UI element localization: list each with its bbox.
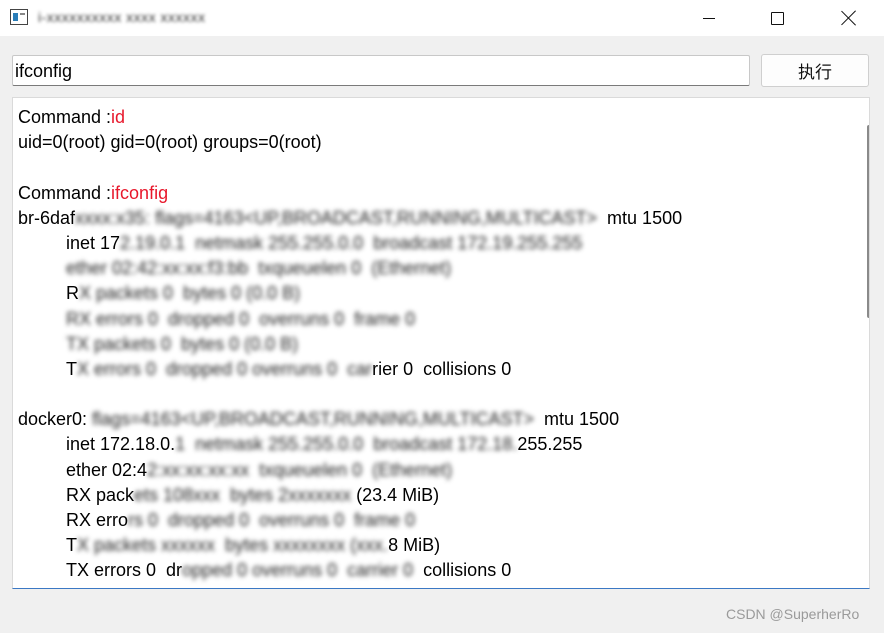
app-window: i-xxxxxxxxxx xxxx xxxxxx 执行 Command :idu… (0, 0, 884, 633)
output-line: docker0: flags=4163<UP,BROADCAST,RUNNING… (18, 407, 844, 432)
output-line-text: rier 0 collisions 0 (372, 358, 512, 379)
command-input[interactable] (12, 55, 750, 86)
output-line-text: inet 17 (66, 232, 121, 253)
output-line: RX errors 0 dropped 0 overruns 0 frame 0 (18, 508, 844, 533)
close-icon (841, 10, 857, 26)
output-line-text: T (66, 535, 77, 556)
output-line: TX packets xxxxxx bytes xxxxxxxx (xxx.8 … (18, 533, 844, 558)
command-header: Command :id (18, 105, 844, 130)
command-header: Command :ifconfig (18, 181, 844, 206)
output-line-text: 8 MiB) (388, 535, 441, 556)
output-line: RX packets 0 bytes 0 (0.0 B) (18, 281, 844, 306)
redacted-text: RX errors 0 dropped 0 overruns 0 frame 0 (66, 308, 416, 329)
redacted-text: ets 108xxx bytes 2xxxxxxx (134, 484, 352, 505)
output-line-text: br-6daf (18, 207, 76, 228)
output-line-text: R (66, 283, 79, 304)
output-line: TX packets 0 bytes 0 (0.0 B) (18, 332, 844, 357)
output-line: inet 172.19.0.1 netmask 255.255.0.0 broa… (18, 231, 844, 256)
output-line-text: uid=0(root) gid=0(root) groups=0(root) (18, 132, 322, 153)
command-name: id (111, 107, 126, 127)
command-prefix: Command : (18, 182, 112, 203)
redacted-text: TX packets 0 bytes 0 (0.0 B) (66, 333, 299, 354)
execute-button[interactable]: 执行 (761, 54, 869, 87)
output-line: ether 02:42:xx:xx:f3:bb txqueuelen 0 (Et… (18, 256, 844, 281)
maximize-button[interactable] (754, 0, 800, 36)
close-button[interactable] (826, 0, 872, 36)
minimize-button[interactable] (686, 0, 732, 36)
command-prefix: Command : (18, 107, 112, 127)
title-bar[interactable]: i-xxxxxxxxxx xxxx xxxxxx (0, 0, 884, 36)
output-line-text: mtu 1500 (534, 409, 620, 430)
output-line: RX packets 108xxx bytes 2xxxxxxx (23.4 M… (18, 483, 844, 508)
output-line: RX errors 0 dropped 0 overruns 0 frame 0 (18, 307, 844, 332)
redacted-text: opped 0 overruns 0 carrier 0 (182, 560, 414, 581)
output-text: Command :id uid=0(root) gid=0(root) group… (18, 105, 844, 584)
output-line-text: RX erro (66, 510, 129, 530)
output-line: uid=0(root) gid=0(root) groups=0(root) (18, 130, 844, 155)
output-line-text: mtu 1500 (597, 207, 683, 228)
redacted-text: flags=4163<UP,BROADCAST,RUNNING,MULTICAS… (92, 409, 535, 430)
redacted-text: xxxx:x35: flags=4163<UP,BROADCAST,RUNNIN… (75, 207, 598, 228)
output-line: TX errors 0 dropped 0 overruns 0 carrier… (18, 357, 844, 382)
output-line-text: ether 02:4 (66, 459, 148, 480)
redacted-text: X errors 0 dropped 0 overruns 0 car (77, 358, 373, 379)
redacted-text: X packets xxxxxx bytes xxxxxxxx (xxx. (77, 535, 389, 556)
output-line-text: docker0: (18, 409, 93, 430)
output-textarea[interactable]: Command :id uid=0(root) gid=0(root) group… (12, 97, 870, 589)
output-line: br-6dafxxxx:x35: flags=4163<UP,BROADCAST… (18, 206, 844, 231)
watermark: CSDN @SuperherRo (726, 606, 860, 622)
redacted-text: 2.19.0.1 netmask 255.255.0.0 broadcast 1… (120, 232, 583, 253)
maximize-icon (770, 11, 784, 25)
minimize-icon (703, 17, 715, 19)
redacted-text: rs 0 dropped 0 overruns 0 frame 0 (128, 510, 416, 530)
scrollbar-thumb[interactable] (867, 125, 869, 318)
output-line-text: inet 172.18.0. (66, 434, 176, 455)
output-line-text: (23.4 MiB) (351, 484, 440, 505)
redacted-text: 1 netmask 255.255.0.0 broadcast 172.18. (175, 434, 518, 455)
window-title: i-xxxxxxxxxx xxxx xxxxxx (38, 9, 206, 25)
output-line-text: 255.255 (517, 434, 583, 455)
redacted-text: X packets 0 bytes 0 (0.0 B) (79, 283, 301, 304)
redacted-text: ether 02:42:xx:xx:f3:bb txqueuelen 0 (Et… (66, 258, 452, 279)
app-icon (10, 9, 28, 25)
output-line-text: TX errors 0 dr (66, 560, 183, 581)
output-line-text: T (66, 358, 77, 379)
output-line-text: RX pack (66, 484, 135, 505)
vertical-scrollbar[interactable] (854, 99, 869, 588)
output-line: ether 02:42:xx:xx:xx:xx txqueuelen 0 (Et… (18, 458, 844, 483)
redacted-text: 2:xx:xx:xx:xx txqueuelen 0 (Ethernet) (147, 459, 453, 480)
command-name: ifconfig (111, 182, 169, 203)
output-line-text: collisions 0 (413, 560, 512, 581)
output-line: inet 172.18.0.1 netmask 255.255.0.0 broa… (18, 432, 844, 457)
output-line: TX errors 0 dropped 0 overruns 0 carrier… (18, 558, 844, 583)
